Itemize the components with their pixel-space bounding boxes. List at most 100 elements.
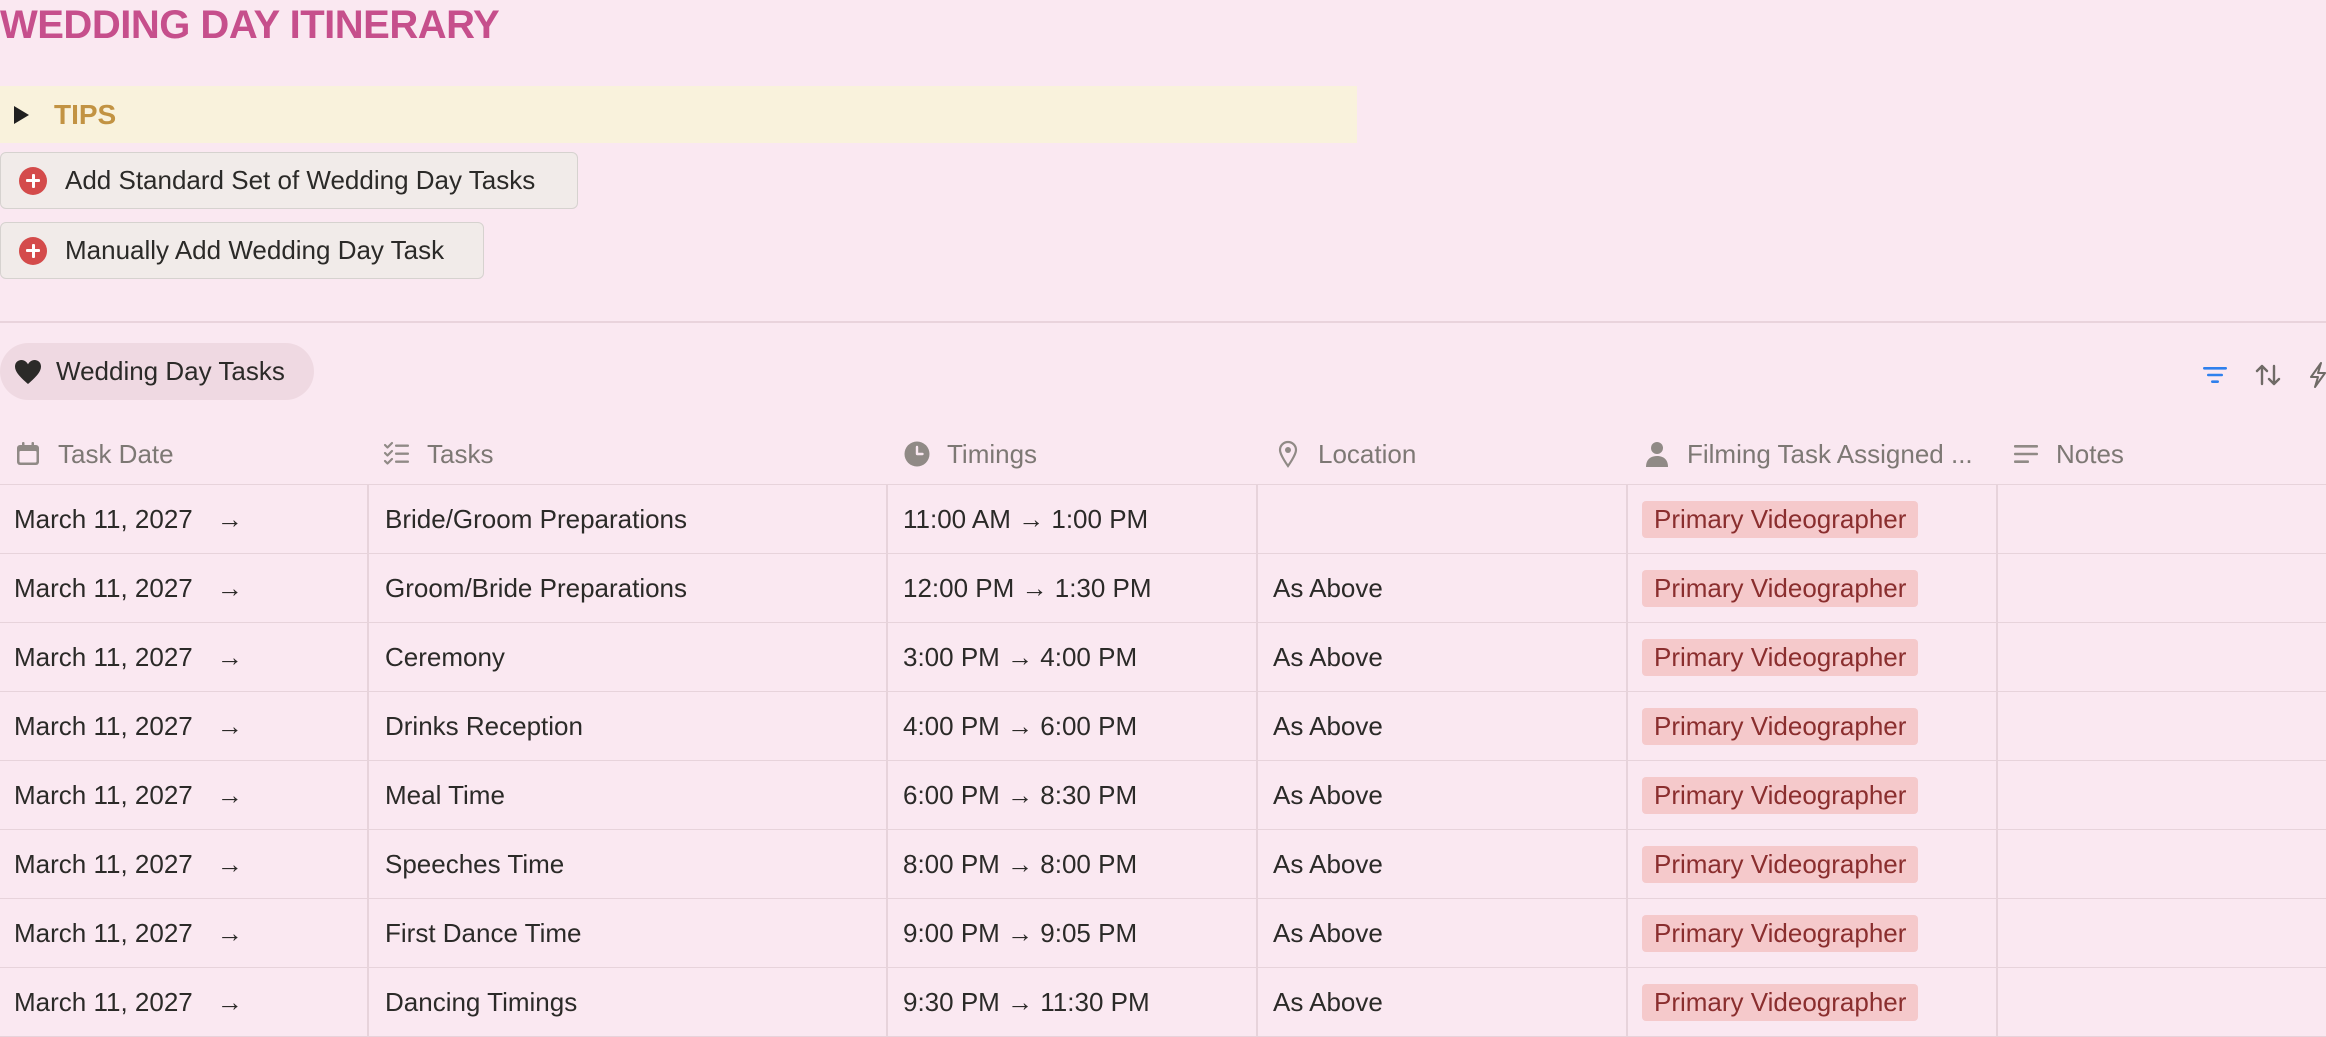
task-name-cell[interactable]: Ceremony: [385, 623, 505, 691]
header-filming-assigned[interactable]: Filming Task Assigned ...: [1643, 424, 1973, 484]
assignee-tag: Primary Videographer: [1642, 845, 1919, 883]
column-divider: [886, 623, 888, 691]
table-row[interactable]: March 11, 2027 → Groom/Bride Preparations…: [0, 554, 2326, 623]
location-cell[interactable]: As Above: [1273, 761, 1383, 829]
column-divider: [1256, 554, 1258, 622]
task-date-value: March 11, 2027: [14, 572, 193, 603]
task-name-cell[interactable]: Meal Time: [385, 761, 505, 829]
assigned-cell[interactable]: Primary Videographer: [1642, 623, 1919, 691]
task-date-cell[interactable]: March 11, 2027 →: [14, 554, 243, 622]
plus-circle-icon: [19, 166, 47, 195]
timing-cell[interactable]: 9:00 PM → 9:05 PM: [903, 899, 1137, 967]
tasks-table: Task Date Tasks Timings Location Filming…: [0, 424, 2326, 1037]
tips-toggle[interactable]: TIPS: [0, 86, 1357, 143]
table-row[interactable]: March 11, 2027 → Speeches Time 8:00 PM → …: [0, 830, 2326, 899]
header-task-date[interactable]: Task Date: [14, 424, 174, 484]
column-divider: [886, 761, 888, 829]
text-lines-icon: [2014, 445, 2038, 463]
task-date-cell[interactable]: March 11, 2027 →: [14, 830, 243, 898]
location-cell[interactable]: As Above: [1273, 554, 1383, 622]
column-divider: [1626, 830, 1628, 898]
column-divider: [886, 968, 888, 1036]
assignee-tag: Primary Videographer: [1642, 500, 1919, 538]
date-arrow: →: [216, 779, 243, 810]
location-cell[interactable]: As Above: [1273, 623, 1383, 691]
pin-icon: [1278, 440, 1298, 468]
table-row[interactable]: March 11, 2027 → Ceremony 3:00 PM → 4:00 …: [0, 623, 2326, 692]
task-date-cell[interactable]: March 11, 2027 →: [14, 968, 243, 1036]
column-divider: [1996, 692, 1998, 760]
clock-icon: [904, 441, 930, 467]
header-notes[interactable]: Notes: [2012, 424, 2124, 484]
column-divider: [1996, 554, 1998, 622]
task-date-cell[interactable]: March 11, 2027 →: [14, 761, 243, 829]
location-cell[interactable]: As Above: [1273, 968, 1383, 1036]
assigned-cell[interactable]: Primary Videographer: [1642, 761, 1919, 829]
table-row[interactable]: March 11, 2027 → First Dance Time 9:00 PM…: [0, 899, 2326, 968]
view-tab-wedding-day-tasks[interactable]: Wedding Day Tasks: [0, 343, 314, 400]
column-divider: [1256, 761, 1258, 829]
timing-cell[interactable]: 4:00 PM → 6:00 PM: [903, 692, 1137, 760]
manual-add-task-button[interactable]: Manually Add Wedding Day Task: [0, 222, 484, 279]
assigned-cell[interactable]: Primary Videographer: [1642, 899, 1919, 967]
assigned-cell[interactable]: Primary Videographer: [1642, 485, 1919, 553]
column-divider: [367, 623, 369, 691]
task-date-value: March 11, 2027: [14, 917, 193, 948]
task-name-cell[interactable]: Speeches Time: [385, 830, 564, 898]
divider: [0, 321, 2326, 323]
column-divider: [1996, 623, 1998, 691]
task-date-cell[interactable]: March 11, 2027 →: [14, 485, 243, 553]
table-row[interactable]: March 11, 2027 → Meal Time 6:00 PM → 8:30…: [0, 761, 2326, 830]
timing-cell[interactable]: 12:00 PM → 1:30 PM: [903, 554, 1152, 622]
assigned-cell[interactable]: Primary Videographer: [1642, 692, 1919, 760]
task-name-cell[interactable]: Drinks Reception: [385, 692, 583, 760]
assigned-cell[interactable]: Primary Videographer: [1642, 968, 1919, 1036]
task-date-cell[interactable]: March 11, 2027 →: [14, 623, 243, 691]
table-row[interactable]: March 11, 2027 → Bride/Groom Preparations…: [0, 485, 2326, 554]
header-location[interactable]: Location: [1274, 424, 1416, 484]
location-cell[interactable]: As Above: [1273, 830, 1383, 898]
task-date-cell[interactable]: March 11, 2027 →: [14, 899, 243, 967]
column-divider: [1256, 485, 1258, 553]
location-cell[interactable]: As Above: [1273, 692, 1383, 760]
task-date-cell[interactable]: March 11, 2027 →: [14, 692, 243, 760]
table-header-row: Task Date Tasks Timings Location Filming…: [0, 424, 2326, 485]
sort-icon[interactable]: [2253, 360, 2283, 390]
column-divider: [886, 692, 888, 760]
column-divider: [367, 830, 369, 898]
timing-cell[interactable]: 6:00 PM → 8:30 PM: [903, 761, 1137, 829]
checklist-icon: [383, 441, 409, 465]
location-cell[interactable]: As Above: [1273, 899, 1383, 967]
timing-cell[interactable]: 8:00 PM → 8:00 PM: [903, 830, 1137, 898]
column-divider: [886, 830, 888, 898]
task-date-value: March 11, 2027: [14, 710, 193, 741]
timing-cell[interactable]: 9:30 PM → 11:30 PM: [903, 968, 1150, 1036]
column-divider: [1996, 761, 1998, 829]
task-date-value: March 11, 2027: [14, 641, 193, 672]
task-name-cell[interactable]: Groom/Bride Preparations: [385, 554, 687, 622]
timing-cell[interactable]: 3:00 PM → 4:00 PM: [903, 623, 1137, 691]
column-divider: [886, 485, 888, 553]
header-filming-assigned-label: Filming Task Assigned ...: [1687, 438, 1973, 469]
filter-icon[interactable]: [2200, 360, 2230, 390]
column-divider: [367, 899, 369, 967]
column-divider: [1996, 899, 1998, 967]
assignee-tag: Primary Videographer: [1642, 707, 1919, 745]
triangle-right-icon[interactable]: [14, 105, 29, 124]
task-name-cell[interactable]: Dancing Timings: [385, 968, 577, 1036]
assigned-cell[interactable]: Primary Videographer: [1642, 554, 1919, 622]
column-divider: [367, 761, 369, 829]
column-divider: [1626, 623, 1628, 691]
header-timings[interactable]: Timings: [903, 424, 1037, 484]
table-row[interactable]: March 11, 2027 → Dancing Timings 9:30 PM …: [0, 968, 2326, 1037]
assigned-cell[interactable]: Primary Videographer: [1642, 830, 1919, 898]
header-tasks[interactable]: Tasks: [383, 424, 493, 484]
page-title: WEDDING DAY ITINERARY: [0, 3, 500, 47]
automation-bolt-icon[interactable]: [2308, 360, 2326, 390]
task-name-cell[interactable]: Bride/Groom Preparations: [385, 485, 687, 553]
plus-circle-icon: [19, 236, 47, 265]
timing-cell[interactable]: 11:00 AM → 1:00 PM: [903, 485, 1148, 553]
task-name-cell[interactable]: First Dance Time: [385, 899, 582, 967]
table-row[interactable]: March 11, 2027 → Drinks Reception 4:00 PM…: [0, 692, 2326, 761]
add-standard-tasks-button[interactable]: Add Standard Set of Wedding Day Tasks: [0, 152, 578, 209]
